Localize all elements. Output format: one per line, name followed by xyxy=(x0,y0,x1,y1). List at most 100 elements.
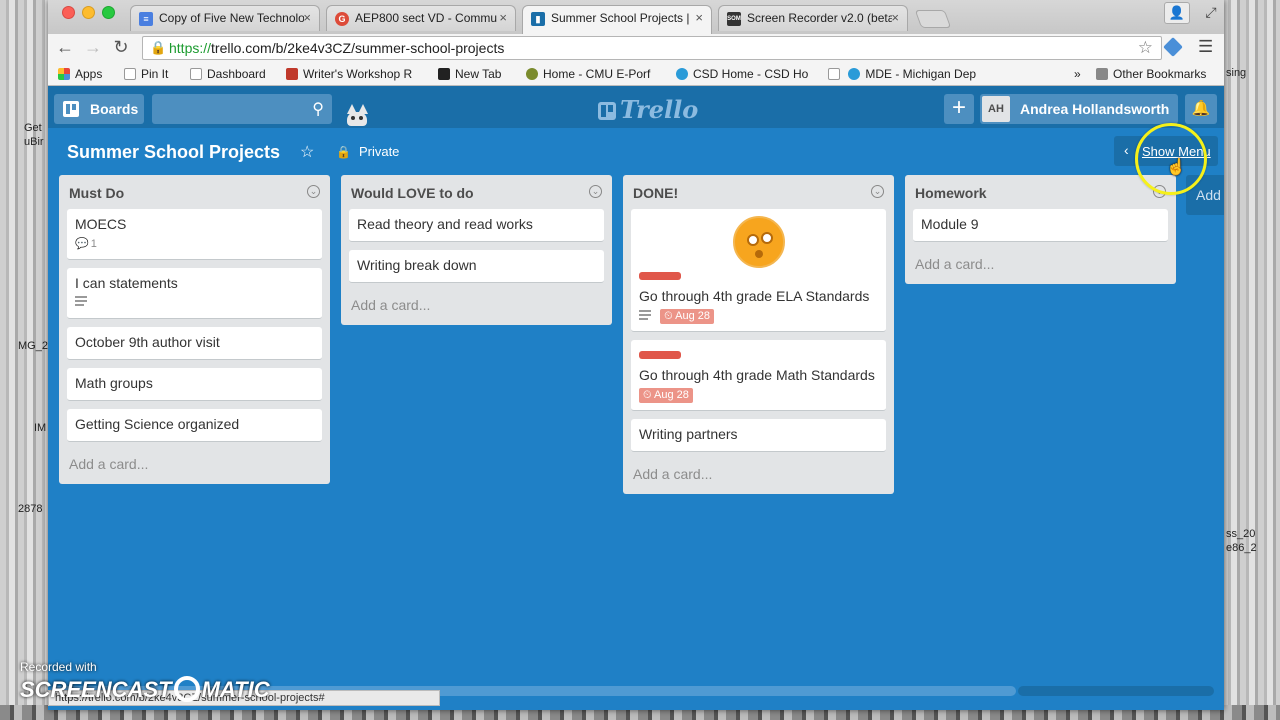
card-cover-emoji-icon xyxy=(732,216,785,268)
add-card-link[interactable]: Add a card... xyxy=(913,250,1168,278)
board-title[interactable]: Summer School Projects xyxy=(67,142,280,163)
card-title: October 9th author visit xyxy=(75,334,220,350)
watermark-brand-right: MATIC xyxy=(201,677,270,702)
list-title[interactable]: Must Do xyxy=(69,185,124,201)
clock-icon: ⏲ xyxy=(664,310,673,322)
screencast-logo-icon xyxy=(173,676,200,702)
bookmark-item[interactable]: Writer's Workshop R xyxy=(286,67,412,81)
new-tab-button[interactable] xyxy=(914,10,952,28)
google-docs-icon: ≡ xyxy=(139,12,153,26)
card[interactable]: Go through 4th grade ELA Standards ⏲ Aug… xyxy=(631,209,886,332)
hamburger-menu-icon[interactable]: ☰ xyxy=(1198,37,1213,57)
bookmark-item[interactable]: Other Bookmarks xyxy=(1096,67,1206,81)
zoom-window-button[interactable] xyxy=(102,6,115,19)
profile-icon[interactable]: 👤 xyxy=(1164,2,1190,24)
browser-window: ≡ Copy of Five New Technolo × G AEP800 s… xyxy=(48,0,1224,710)
fullscreen-icon[interactable]: ⤢ xyxy=(1198,2,1224,24)
card[interactable]: Writing break down xyxy=(349,250,604,283)
close-tab-icon[interactable]: × xyxy=(303,10,311,25)
extension-icon[interactable] xyxy=(1163,37,1183,57)
list-title[interactable]: Would LOVE to do xyxy=(351,185,474,201)
boards-label: Boards xyxy=(90,101,139,117)
writer-icon xyxy=(286,68,298,80)
card-badges: ⏲ Aug 28 xyxy=(639,309,878,324)
add-card-link[interactable]: Add a card... xyxy=(631,460,886,488)
card-title: I can statements xyxy=(75,275,178,291)
lock-icon: 🔒 xyxy=(336,145,351,159)
card[interactable]: Math groups xyxy=(67,368,322,401)
card-title: Math groups xyxy=(75,375,153,391)
comment-icon: 💬 xyxy=(75,238,89,250)
desktop-file-label: MG_2 xyxy=(18,340,48,352)
card-badges: ⏲ Aug 28 xyxy=(639,388,878,403)
minimize-window-button[interactable] xyxy=(82,6,95,19)
bookmark-star-icon[interactable]: ☆ xyxy=(1138,38,1153,58)
desktop-file-label: uBir xyxy=(24,136,44,148)
bookmark-item[interactable]: Pin It xyxy=(124,67,168,81)
card-title: Writing partners xyxy=(639,426,738,442)
member-name: Andrea Hollandsworth xyxy=(1020,101,1170,117)
member-menu-button[interactable]: AH Andrea Hollandsworth xyxy=(980,94,1178,124)
bookmarks-bar: Apps Pin It Dashboard Writer's Workshop … xyxy=(48,62,1224,86)
reload-icon[interactable]: ↻ xyxy=(110,37,132,58)
list-title[interactable]: DONE! xyxy=(633,185,678,201)
bookmark-item[interactable]: Apps xyxy=(58,67,102,81)
add-card-link[interactable]: Add a card... xyxy=(349,291,604,319)
close-window-button[interactable] xyxy=(62,6,75,19)
address-bar[interactable]: 🔒 https://trello.com/b/2ke4v3CZ/summer-s… xyxy=(142,36,1162,60)
bookmark-item[interactable]: Dashboard xyxy=(190,67,266,81)
browser-tab[interactable]: SOM Screen Recorder v2.0 (beta × xyxy=(718,5,908,31)
bookmark-label: Writer's Workshop R xyxy=(303,67,413,81)
due-date: Aug 28 xyxy=(675,310,710,322)
bookmarks-overflow-chevron-icon[interactable]: » xyxy=(1074,67,1081,81)
newtab-icon xyxy=(438,68,450,80)
desktop-background-left xyxy=(0,0,50,720)
back-arrow-icon[interactable]: ← xyxy=(54,37,76,58)
bookmark-item[interactable]: Home - CMU E-Porf xyxy=(526,67,650,81)
notifications-bell-icon[interactable]: 🔔 xyxy=(1185,94,1217,124)
browser-tab-active[interactable]: ▮ Summer School Projects | × xyxy=(522,5,712,34)
card[interactable]: Go through 4th grade Math Standards ⏲ Au… xyxy=(631,340,886,411)
card[interactable]: I can statements xyxy=(67,268,322,319)
card[interactable]: Module 9 xyxy=(913,209,1168,242)
list-menu-icon[interactable]: ⌄ xyxy=(589,185,602,198)
bookmark-label: CSD Home - CSD Ho xyxy=(693,67,809,81)
add-card-link[interactable]: Add a card... xyxy=(67,450,322,478)
bookmark-item[interactable]: CSD Home - CSD Ho xyxy=(676,67,808,81)
trello-logo[interactable]: Trello xyxy=(598,95,698,124)
add-button[interactable]: + xyxy=(944,94,974,124)
visibility-button[interactable]: 🔒 Private xyxy=(336,144,399,159)
list-title[interactable]: Homework xyxy=(915,185,987,201)
due-date: Aug 28 xyxy=(654,389,689,401)
browser-tab[interactable]: G AEP800 sect VD - Commu × xyxy=(326,5,516,31)
trello-header: Boards ⚲ Trello + AH Andrea Hollandswort… xyxy=(48,86,1224,128)
bookmark-item[interactable]: MDE - Michigan Dep xyxy=(828,67,976,81)
card[interactable]: October 9th author visit xyxy=(67,327,322,360)
boards-button[interactable]: Boards xyxy=(54,94,144,124)
bookmark-item[interactable]: New Tab xyxy=(438,67,501,81)
card[interactable]: Writing partners xyxy=(631,419,886,452)
close-tab-icon[interactable]: × xyxy=(695,10,703,25)
close-tab-icon[interactable]: × xyxy=(891,10,899,25)
card-title: Go through 4th grade ELA Standards xyxy=(639,288,870,304)
browser-toolbar: ← → ↻ 🔒 https://trello.com/b/2ke4v3CZ/su… xyxy=(48,34,1224,62)
star-icon[interactable]: ☆ xyxy=(300,142,314,162)
forward-arrow-icon[interactable]: → xyxy=(82,37,104,58)
list-menu-icon[interactable]: ⌄ xyxy=(307,185,320,198)
taco-mascot-icon[interactable] xyxy=(345,104,369,128)
card-title: Module 9 xyxy=(921,216,979,232)
lock-icon: 🔒 xyxy=(150,40,167,55)
browser-tab[interactable]: ≡ Copy of Five New Technolo × xyxy=(130,5,320,31)
search-input[interactable]: ⚲ xyxy=(152,94,332,124)
csd-icon xyxy=(676,68,688,80)
card[interactable]: Read theory and read works xyxy=(349,209,604,242)
card-title: Getting Science organized xyxy=(75,416,240,432)
desktop-file-label: 2878 xyxy=(18,503,43,515)
card[interactable]: MOECS 💬 1 xyxy=(67,209,322,260)
close-tab-icon[interactable]: × xyxy=(499,10,507,25)
card[interactable]: Getting Science organized xyxy=(67,409,322,442)
list-menu-icon[interactable]: ⌄ xyxy=(871,185,884,198)
pointer-hand-icon: ☝ xyxy=(1166,159,1186,176)
list-header: DONE! ⌄ xyxy=(623,175,894,209)
watermark-brand: SCREENCAST MATIC xyxy=(20,676,270,703)
